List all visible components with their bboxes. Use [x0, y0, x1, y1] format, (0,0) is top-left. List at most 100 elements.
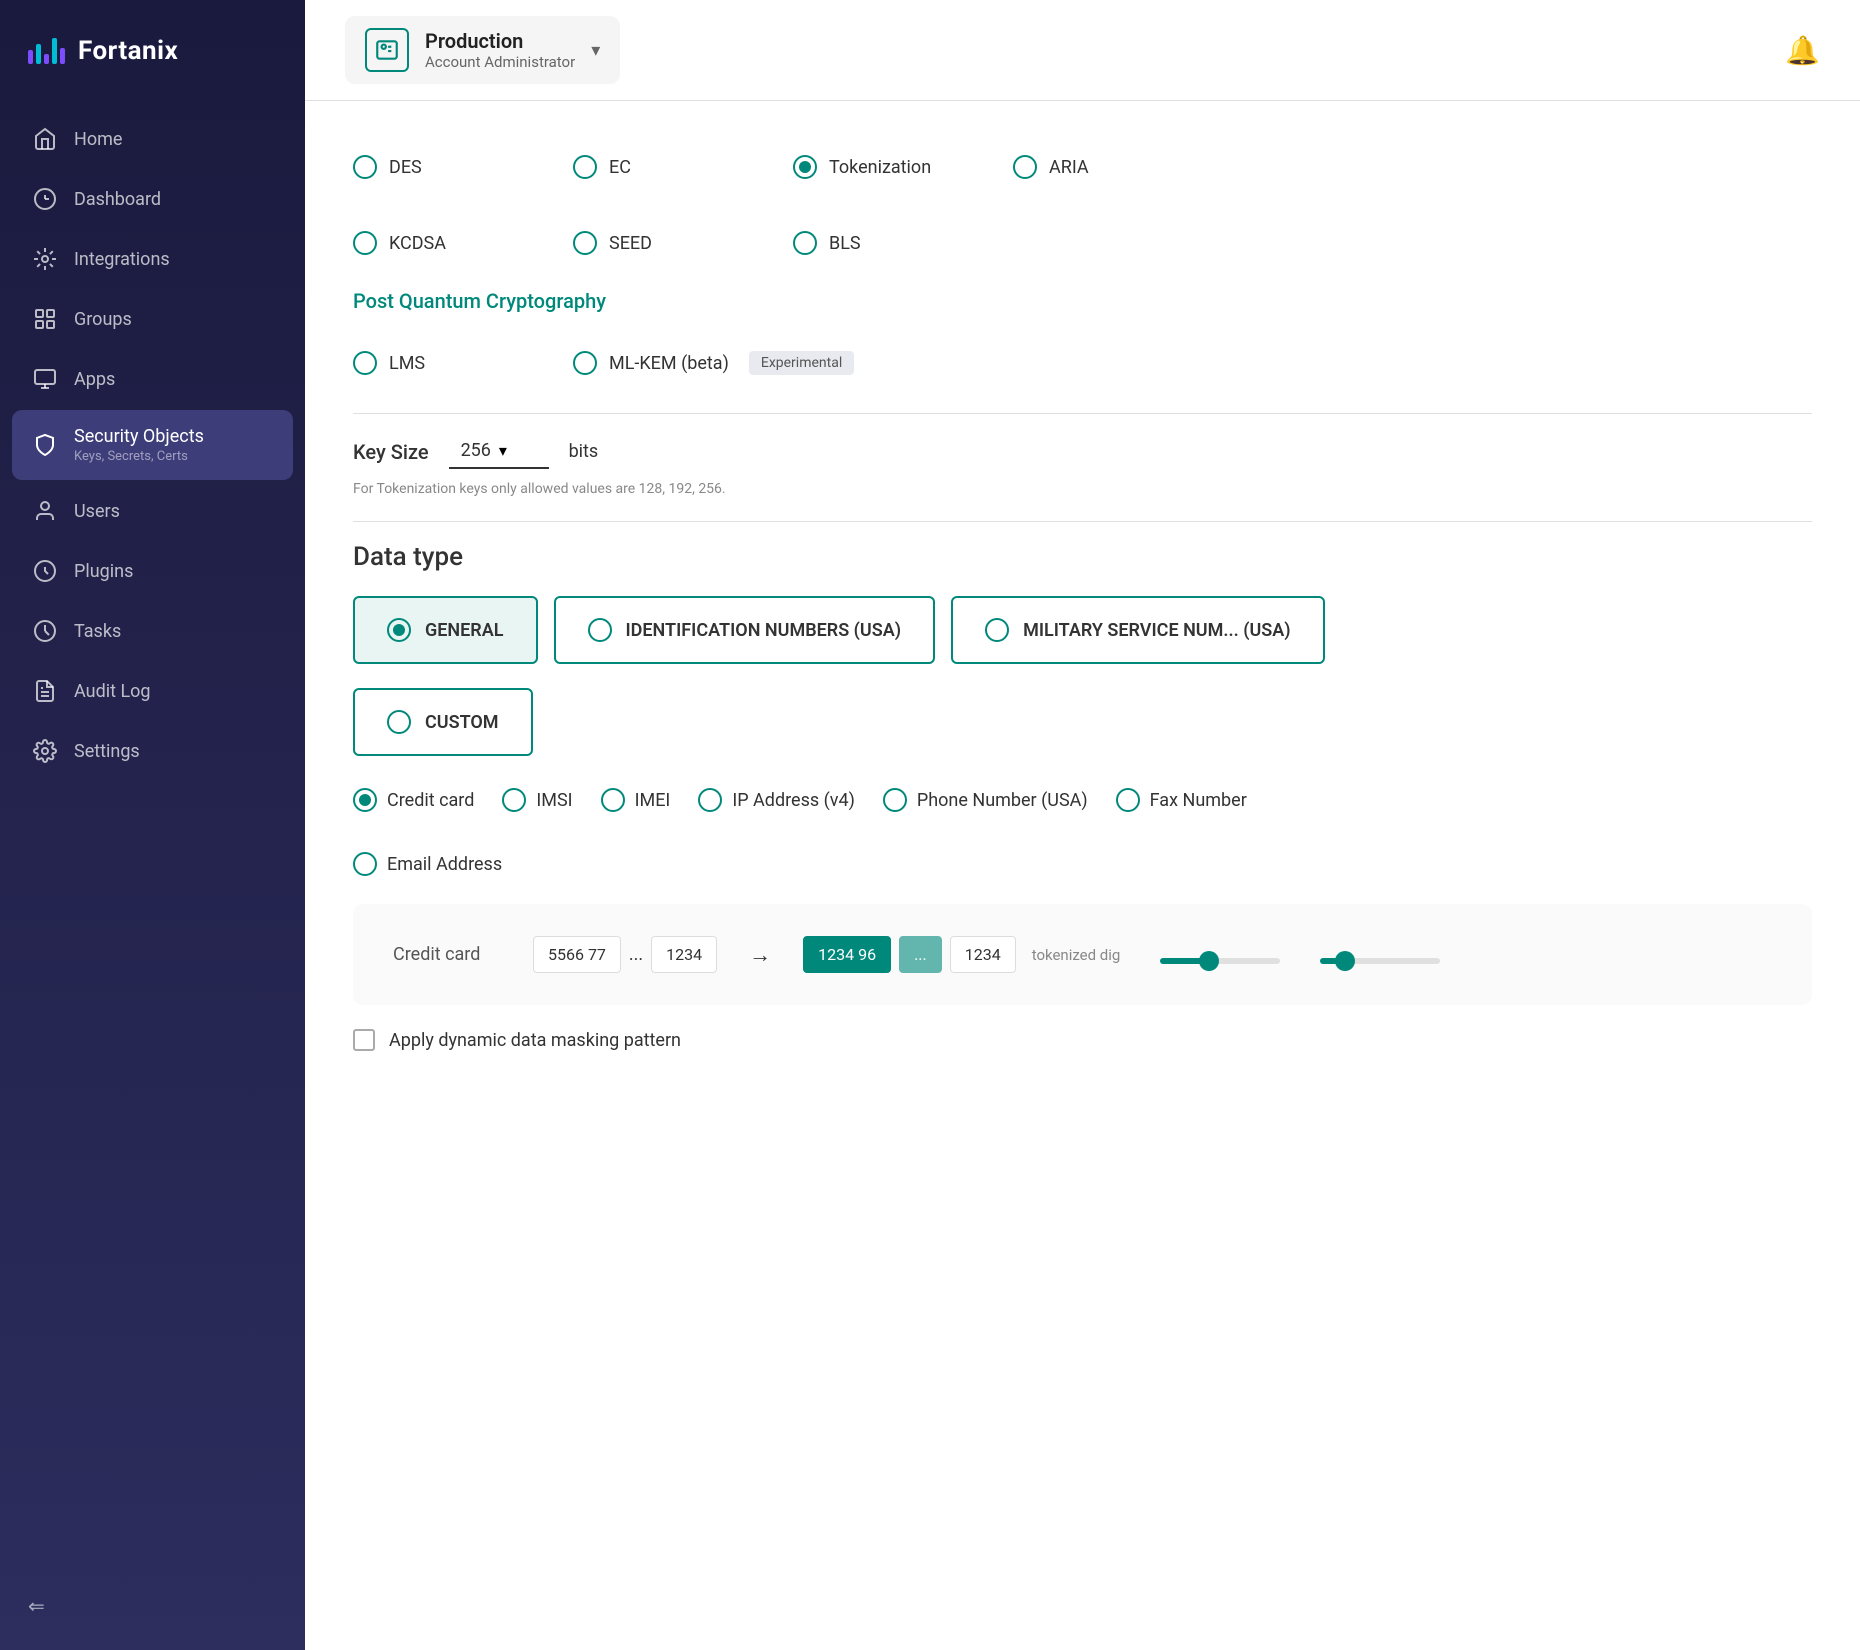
radio-seed[interactable]: [573, 231, 597, 255]
sidebar-navigation: Home Dashboard Integrations: [0, 110, 305, 780]
card-tok-seg-3: 1234: [950, 936, 1016, 973]
sidebar-item-apps[interactable]: Apps: [12, 350, 293, 408]
sub-label-fax-number: Fax Number: [1150, 790, 1247, 811]
card-tok-dots: ...: [899, 936, 942, 973]
account-name: Production: [425, 29, 575, 53]
data-type-card-custom[interactable]: CUSTOM: [353, 688, 533, 756]
algorithm-options-row1: DES EC Tokenization ARIA: [353, 137, 1812, 197]
sub-option-credit-card[interactable]: Credit card: [353, 776, 502, 824]
sidebar-item-groups[interactable]: Groups: [12, 290, 293, 348]
radio-identification[interactable]: [588, 618, 612, 642]
key-size-chevron-icon: ▾: [499, 441, 507, 460]
algo-option-des[interactable]: DES: [353, 137, 573, 197]
key-size-unit: bits: [569, 441, 599, 462]
settings-icon: [32, 738, 58, 764]
sub-option-email-address[interactable]: Email Address: [353, 840, 530, 888]
radio-bls[interactable]: [793, 231, 817, 255]
pqc-option-ml-kem[interactable]: ML-KEM (beta) Experimental: [573, 333, 886, 393]
data-type-card-identification[interactable]: IDENTIFICATION NUMBERS (USA): [554, 596, 936, 664]
data-sub-options-row2: Email Address: [353, 840, 1812, 888]
divider-1: [353, 413, 1812, 414]
sidebar-item-users[interactable]: Users: [12, 482, 293, 540]
algorithm-options-row2: KCDSA SEED BLS: [353, 213, 1812, 273]
data-sub-options-row1: Credit card IMSI IMEI IP Address (v4) Ph…: [353, 776, 1812, 824]
main-area: Production Account Administrator ▾ 🔔 DES…: [305, 0, 1860, 1650]
slider-track-1: [1160, 958, 1280, 964]
data-type-cards: GENERAL IDENTIFICATION NUMBERS (USA) MIL…: [353, 596, 1812, 664]
masking-label: Apply dynamic data masking pattern: [389, 1030, 681, 1051]
radio-ip-address[interactable]: [698, 788, 722, 812]
slider-thumb-2[interactable]: [1335, 951, 1355, 971]
sidebar-item-label-apps: Apps: [74, 369, 115, 390]
radio-fax-number[interactable]: [1116, 788, 1140, 812]
algo-label-bls: BLS: [829, 233, 861, 254]
sidebar-item-integrations[interactable]: Integrations: [12, 230, 293, 288]
algo-label-kcdsa: KCDSA: [389, 233, 446, 254]
masking-checkbox[interactable]: [353, 1029, 375, 1051]
integrations-icon: [32, 246, 58, 272]
card-original-field: 5566 77 ... 1234: [533, 936, 717, 973]
radio-general[interactable]: [387, 618, 411, 642]
algo-option-aria[interactable]: ARIA: [1013, 137, 1233, 197]
radio-imei[interactable]: [601, 788, 625, 812]
sidebar-item-label-users: Users: [74, 501, 120, 522]
radio-phone-number[interactable]: [883, 788, 907, 812]
sidebar-item-label-integrations: Integrations: [74, 249, 170, 270]
radio-aria[interactable]: [1013, 155, 1037, 179]
radio-military[interactable]: [985, 618, 1009, 642]
collapse-button[interactable]: ⇐: [28, 1594, 45, 1618]
algo-option-seed[interactable]: SEED: [573, 213, 793, 273]
slider-thumb-1[interactable]: [1199, 951, 1219, 971]
data-type-card-military[interactable]: MILITARY SERVICE NUM... (USA): [951, 596, 1325, 664]
algo-option-bls[interactable]: BLS: [793, 213, 1013, 273]
algo-option-tokenization[interactable]: Tokenization: [793, 137, 1013, 197]
radio-des[interactable]: [353, 155, 377, 179]
notifications-bell-icon[interactable]: 🔔: [1785, 34, 1820, 67]
sidebar-item-security-objects[interactable]: Security Objects Keys, Secrets, Certs: [12, 410, 293, 480]
logo-text: Fortanix: [78, 36, 178, 66]
algo-label-seed: SEED: [609, 233, 652, 254]
header: Production Account Administrator ▾ 🔔: [305, 0, 1860, 101]
key-size-hint: For Tokenization keys only allowed value…: [353, 481, 1812, 497]
header-right: 🔔: [1785, 34, 1820, 67]
content-area: DES EC Tokenization ARIA KCDSA: [305, 101, 1860, 1650]
radio-credit-card[interactable]: [353, 788, 377, 812]
radio-ml-kem[interactable]: [573, 351, 597, 375]
sidebar-item-tasks[interactable]: Tasks: [12, 602, 293, 660]
credit-card-preview: Credit card 5566 77 ... 1234 → 1234 96 .…: [353, 904, 1812, 1005]
data-type-label-general: GENERAL: [425, 620, 504, 641]
data-type-title: Data type: [353, 542, 1812, 572]
sidebar-item-label-settings: Settings: [74, 741, 140, 762]
sub-option-fax-number[interactable]: Fax Number: [1116, 776, 1275, 824]
account-selector[interactable]: Production Account Administrator ▾: [345, 16, 620, 84]
radio-kcdsa[interactable]: [353, 231, 377, 255]
sub-option-ip-address[interactable]: IP Address (v4): [698, 776, 883, 824]
algo-option-kcdsa[interactable]: KCDSA: [353, 213, 573, 273]
sidebar-item-plugins[interactable]: Plugins: [12, 542, 293, 600]
sidebar-item-label-dashboard: Dashboard: [74, 189, 161, 210]
card-tok-seg-1: 1234 96: [803, 936, 891, 973]
sidebar-item-dashboard[interactable]: Dashboard: [12, 170, 293, 228]
data-type-card-general[interactable]: GENERAL: [353, 596, 538, 664]
sidebar-item-settings[interactable]: Settings: [12, 722, 293, 780]
pqc-option-lms[interactable]: LMS: [353, 333, 573, 393]
sub-option-imsi[interactable]: IMSI: [502, 776, 600, 824]
sub-label-imsi: IMSI: [536, 790, 572, 811]
apps-icon: [32, 366, 58, 392]
sidebar-item-home[interactable]: Home: [12, 110, 293, 168]
algo-option-ec[interactable]: EC: [573, 137, 793, 197]
sub-option-phone-number[interactable]: Phone Number (USA): [883, 776, 1116, 824]
sidebar-item-audit-log[interactable]: Audit Log: [12, 662, 293, 720]
radio-imsi[interactable]: [502, 788, 526, 812]
radio-lms[interactable]: [353, 351, 377, 375]
account-info: Production Account Administrator: [425, 29, 575, 71]
radio-custom[interactable]: [387, 710, 411, 734]
card-seg-1: 5566 77: [533, 936, 621, 973]
card-tok-suffix: tokenized dig: [1032, 946, 1121, 964]
radio-tokenization[interactable]: [793, 155, 817, 179]
key-size-select[interactable]: 256 ▾: [449, 434, 549, 469]
radio-email-address[interactable]: [353, 852, 377, 876]
sidebar-item-label-tasks: Tasks: [74, 621, 121, 642]
radio-ec[interactable]: [573, 155, 597, 179]
sub-option-imei[interactable]: IMEI: [601, 776, 699, 824]
